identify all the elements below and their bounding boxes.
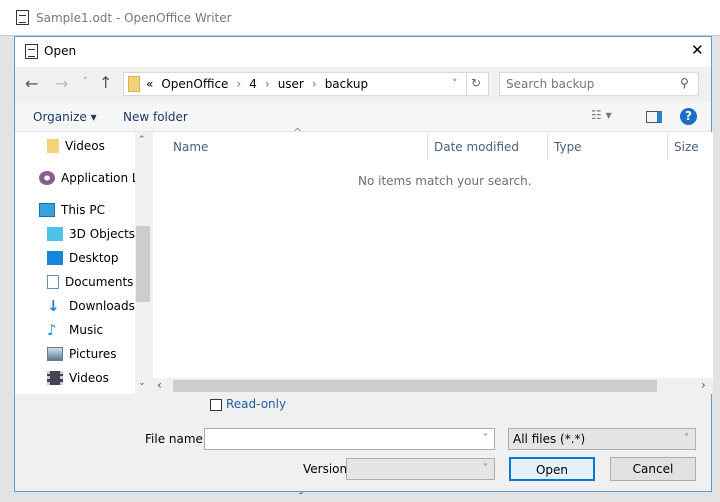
forward-icon[interactable]: → — [55, 74, 68, 93]
cancel-button[interactable]: Cancel — [610, 457, 696, 481]
scroll-thumb[interactable] — [136, 226, 150, 302]
scroll-thumb[interactable] — [173, 380, 657, 392]
open-dialog: Open ✕ ← → ˅ ↑ « OpenOffice › 4 › user › ba… — [14, 36, 713, 492]
nav-label: Videos — [69, 371, 109, 385]
chevron-down-icon[interactable]: ˅ — [684, 433, 689, 444]
file-name-label: File name: — [145, 432, 207, 446]
download-icon: ↓ — [47, 297, 60, 315]
file-type-value: All files (*.*) — [513, 432, 586, 446]
computer-icon — [39, 203, 55, 217]
nav-item-documents[interactable]: Documents — [47, 275, 133, 289]
nav-label: 3D Objects — [69, 227, 136, 241]
help-icon[interactable]: ? — [680, 108, 697, 125]
column-date-modified[interactable]: Date modified — [434, 140, 519, 154]
organize-button[interactable]: Organize ▾ — [33, 110, 97, 124]
nav-item-desktop[interactable]: Desktop — [47, 251, 119, 265]
preview-pane-icon[interactable] — [646, 111, 662, 123]
new-folder-button[interactable]: New folder — [123, 110, 188, 124]
folder-icon — [47, 139, 59, 153]
version-select[interactable]: ˅ — [346, 458, 495, 480]
readonly-label[interactable]: Read-only — [226, 397, 286, 411]
column-type[interactable]: Type — [554, 140, 582, 154]
scroll-left-icon[interactable]: ‹ — [157, 378, 162, 392]
nav-item-pictures[interactable]: Pictures — [47, 347, 117, 361]
writer-icon — [16, 10, 29, 25]
nav-label: Documents — [65, 275, 134, 289]
sort-arrow-icon: ^ — [293, 126, 303, 139]
version-label: Version — [303, 462, 348, 476]
scroll-up-icon[interactable]: ⌃ — [138, 135, 146, 145]
music-icon: ♪ — [47, 321, 57, 339]
nav-scrollbar[interactable]: ⌃ ⌄ — [135, 132, 151, 394]
app-title-bar: Sample1.odt - OpenOffice Writer — [0, 0, 720, 36]
refresh-icon[interactable]: ↻ — [471, 76, 481, 90]
nav-item-downloads[interactable]: ↓ Downloads — [47, 297, 135, 315]
breadcrumb-sep: › — [264, 77, 270, 91]
breadcrumb-overflow[interactable]: « — [146, 77, 153, 91]
dialog-title-bar: Open ✕ — [15, 37, 711, 67]
breadcrumb-backup[interactable]: backup — [325, 77, 368, 91]
navigation-pane: Videos Application Li This PC 3D Objects… — [15, 132, 151, 394]
chevron-down-icon[interactable]: ˅ — [483, 433, 488, 444]
nav-label: Downloads — [69, 299, 135, 313]
search-icon[interactable]: ⚲ — [680, 76, 689, 90]
readonly-checkbox[interactable] — [210, 399, 222, 411]
breadcrumb-openoffice[interactable]: OpenOffice — [161, 77, 228, 91]
nav-label: Music — [69, 323, 104, 337]
open-button[interactable]: Open — [509, 457, 595, 481]
nav-item-3d-objects[interactable]: 3D Objects — [47, 227, 135, 241]
nav-item-videos-quick[interactable]: Videos — [47, 139, 105, 153]
desktop-icon — [47, 251, 63, 265]
nav-label: This PC — [61, 203, 105, 217]
nav-label: Desktop — [69, 251, 119, 265]
empty-message: No items match your search. — [358, 174, 532, 188]
nav-item-videos[interactable]: Videos — [47, 371, 109, 385]
address-dropdown-icon[interactable]: ˅ — [452, 77, 458, 90]
back-icon[interactable]: ← — [25, 74, 38, 93]
film-icon — [47, 371, 63, 385]
scroll-down-icon[interactable]: ⌄ — [138, 378, 146, 388]
address-bar[interactable]: « OpenOffice › 4 › user › backup ˅ ↻ — [123, 72, 489, 96]
cube-icon — [47, 227, 63, 241]
view-options-icon[interactable]: ☷ ▾ — [591, 108, 612, 122]
breadcrumb-sep: › — [236, 77, 242, 91]
column-size[interactable]: Size — [674, 140, 699, 154]
search-box[interactable]: ⚲ — [499, 72, 699, 96]
file-type-select[interactable]: All files (*.*) ˅ — [508, 428, 696, 450]
disc-icon — [39, 171, 55, 185]
dialog-icon — [25, 44, 38, 59]
nav-item-application-library[interactable]: Application Li — [39, 171, 142, 185]
search-input[interactable] — [506, 75, 676, 93]
dialog-title: Open — [44, 44, 77, 58]
nav-label: Videos — [65, 139, 105, 153]
toolbar: Organize ▾ New folder ☷ ▾ ? — [15, 102, 711, 132]
chevron-down-icon[interactable]: ˅ — [483, 463, 488, 474]
file-list: ^ Name Date modified Type Size No items … — [153, 126, 713, 394]
nav-item-this-pc[interactable]: This PC — [39, 203, 105, 217]
pictures-icon — [47, 347, 63, 361]
nav-item-music[interactable]: ♪ Music — [47, 321, 104, 339]
document-icon — [47, 275, 59, 289]
breadcrumb-user[interactable]: user — [278, 77, 304, 91]
breadcrumb-4[interactable]: 4 — [249, 77, 257, 91]
folder-icon — [128, 76, 140, 92]
recent-chevron-icon[interactable]: ˅ — [83, 77, 88, 87]
app-title: Sample1.odt - OpenOffice Writer — [36, 11, 232, 25]
file-name-input[interactable] — [208, 431, 468, 447]
nav-label: Application Li — [61, 171, 142, 185]
column-name[interactable]: Name — [173, 140, 208, 154]
breadcrumb-sep: › — [311, 77, 317, 91]
horizontal-scrollbar[interactable]: ‹ › — [153, 378, 713, 394]
close-icon[interactable]: ✕ — [691, 41, 704, 59]
file-name-combo[interactable]: ˅ — [204, 428, 495, 450]
nav-label: Pictures — [69, 347, 117, 361]
up-icon[interactable]: ↑ — [99, 73, 112, 92]
scroll-right-icon[interactable]: › — [701, 378, 706, 392]
